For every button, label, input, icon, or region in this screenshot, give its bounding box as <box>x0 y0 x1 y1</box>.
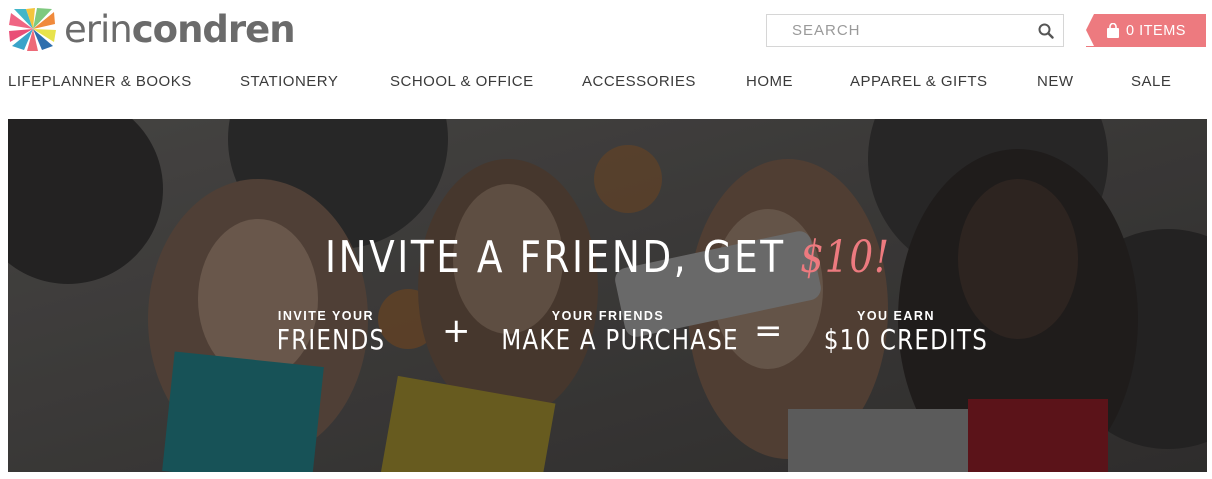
search-input[interactable] <box>767 15 1029 46</box>
hero-photo <box>8 119 1207 472</box>
step-purchase-big: MAKE A PURCHASE <box>501 323 739 356</box>
nav-home[interactable]: HOME <box>746 73 793 90</box>
step-earn-small: YOU EARN <box>857 309 935 323</box>
search-icon[interactable] <box>1029 15 1063 46</box>
nav-stationery[interactable]: STATIONERY <box>240 73 338 90</box>
step-invite-small: INVITE YOUR <box>277 309 375 323</box>
step-invite-big: FRIENDS <box>276 323 386 356</box>
cart-notch <box>1086 14 1094 46</box>
brand-name-light: erin <box>64 7 133 51</box>
brand-name: erincondren <box>64 7 296 51</box>
equals-sign: = <box>754 311 783 351</box>
main-nav: LIFEPLANNER & BOOKS STATIONERY SCHOOL & … <box>0 70 1212 96</box>
step-earn-big: $10 CREDITS <box>823 323 989 356</box>
step-invite: INVITE YOUR FRIENDS <box>266 309 386 356</box>
hero-banner[interactable]: INVITE A FRIEND, GET $10! INVITE YOUR FR… <box>8 119 1207 472</box>
shopping-bag-icon <box>1107 22 1120 38</box>
brand-logo[interactable]: erincondren <box>8 6 296 52</box>
nav-accessories[interactable]: ACCESSORIES <box>582 73 696 90</box>
nav-sale[interactable]: SALE <box>1131 73 1171 90</box>
nav-new[interactable]: NEW <box>1037 73 1074 90</box>
hero-title: INVITE A FRIEND, GET $10! <box>98 232 1117 283</box>
nav-lifeplanner-books[interactable]: LIFEPLANNER & BOOKS <box>8 73 192 90</box>
step-earn: YOU EARN $10 CREDITS <box>808 309 989 356</box>
nav-apparel-gifts[interactable]: APPAREL & GIFTS <box>850 73 988 90</box>
plus-sign: + <box>442 311 471 351</box>
logo-pinwheel-icon <box>9 8 56 51</box>
hero-title-text: INVITE A FRIEND, GET <box>325 232 801 283</box>
cart-label: 0 ITEMS <box>1126 22 1186 39</box>
nav-school-office[interactable]: SCHOOL & OFFICE <box>390 73 534 90</box>
cart-button[interactable]: 0 ITEMS <box>1086 14 1206 47</box>
search-box <box>766 14 1064 47</box>
site-header: erincondren 0 ITEMS <box>0 0 1212 64</box>
hero-title-amount: $10! <box>800 232 890 283</box>
step-purchase: YOUR FRIENDS MAKE A PURCHASE <box>478 309 738 356</box>
step-purchase-small: YOUR FRIENDS <box>551 309 665 323</box>
brand-name-bold: condren <box>131 7 296 51</box>
